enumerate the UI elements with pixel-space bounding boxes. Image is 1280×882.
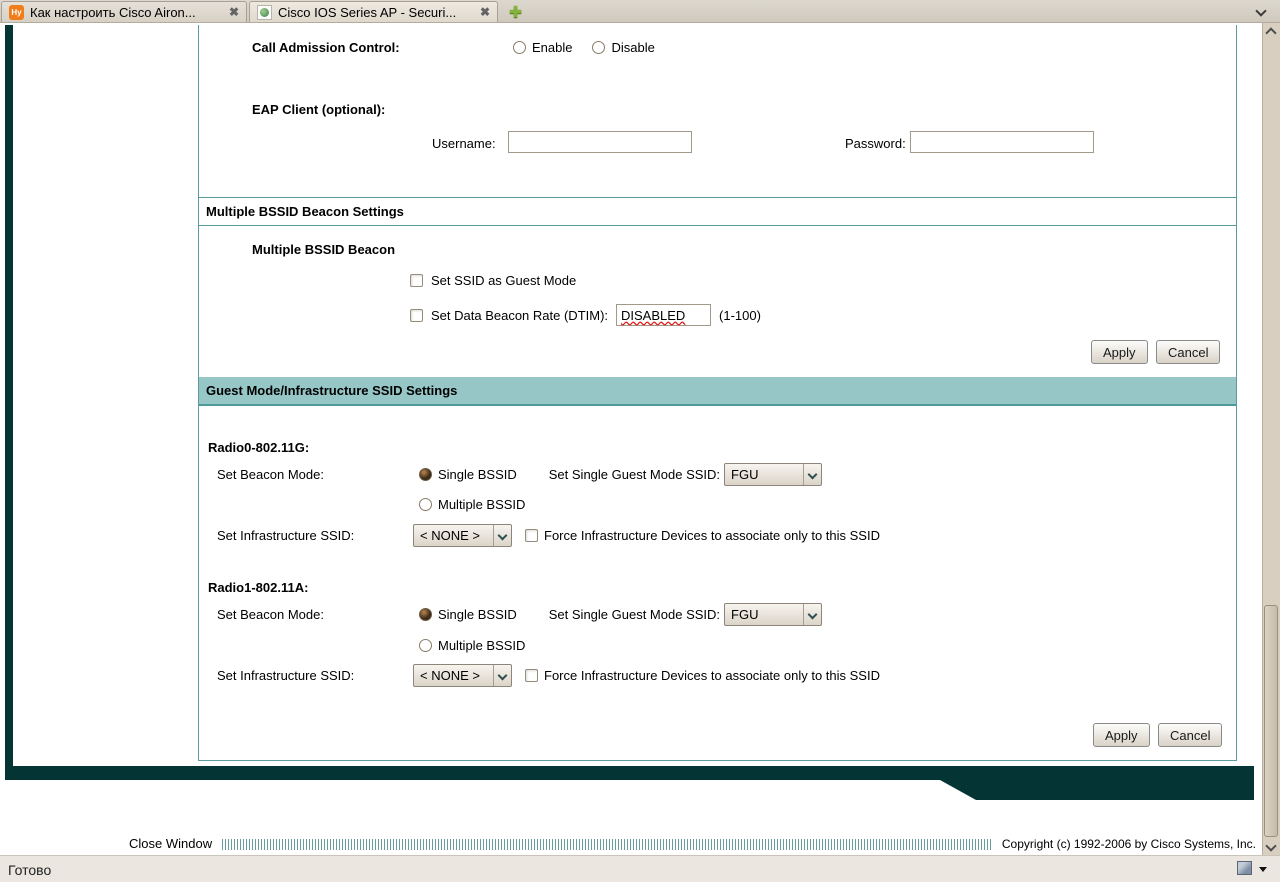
- page-left-accent-bar: [5, 25, 13, 780]
- r0-infra-ssid-select[interactable]: < NONE >: [413, 524, 512, 547]
- apply-button-guest[interactable]: Apply: [1093, 723, 1150, 747]
- chevron-down-icon: [493, 665, 511, 686]
- scrollbar-up-button[interactable]: [1262, 25, 1280, 41]
- disable-label: Disable: [611, 39, 655, 55]
- tab-1[interactable]: Hy Как настроить Cisco Airon... ✖: [1, 1, 247, 22]
- r0-single-bssid-radio[interactable]: [419, 467, 432, 481]
- r1-multiple-bssid-label: Multiple BSSID: [438, 638, 526, 653]
- chevron-down-icon: [1265, 840, 1277, 852]
- dtim-input[interactable]: DISABLED: [616, 304, 712, 326]
- r1-beacon-mode-label: Set Beacon Mode:: [217, 606, 324, 622]
- statusbar-dropdown-arrow-icon[interactable]: [1259, 867, 1267, 872]
- tab2-favicon-globe-icon: [257, 4, 272, 20]
- r0-force-assoc-label: Force Infrastructure Devices to associat…: [544, 528, 880, 543]
- password-input[interactable]: [910, 131, 1094, 153]
- footer-swoosh: [940, 780, 1254, 800]
- tab2-close-icon[interactable]: ✖: [480, 6, 490, 18]
- guest-section-header: Guest Mode/Infrastructure SSID Settings: [199, 377, 1236, 406]
- cancel-button-bssid[interactable]: Cancel: [1156, 340, 1221, 364]
- footer-stripes: [222, 839, 992, 850]
- apply-button-bssid[interactable]: Apply: [1091, 340, 1148, 364]
- new-tab-button[interactable]: ✚: [503, 2, 528, 21]
- radio0-title: Radio0-802.11G:: [208, 440, 310, 455]
- dtim-label: Set Data Beacon Rate (DTIM):: [431, 307, 609, 323]
- username-label: Username:: [432, 136, 496, 151]
- eap-client-label: EAP Client (optional):: [252, 102, 386, 117]
- dtim-value: DISABLED: [621, 307, 686, 323]
- scrollbar-down-button[interactable]: [1262, 838, 1280, 854]
- tab1-title: Как настроить Cisco Airon...: [30, 4, 196, 20]
- r1-guest-ssid-label: Set Single Guest Mode SSID:: [548, 606, 721, 622]
- r0-single-bssid-label: Single BSSID: [438, 466, 517, 482]
- r1-infra-ssid-select[interactable]: < NONE >: [413, 664, 512, 687]
- r1-guest-ssid-select[interactable]: FGU: [724, 602, 823, 626]
- vertical-scrollbar-thumb[interactable]: [1264, 605, 1278, 837]
- username-input[interactable]: [508, 131, 692, 153]
- ssid-guest-mode-checkbox[interactable]: [410, 274, 423, 287]
- r0-guest-ssid-select[interactable]: FGU: [724, 462, 823, 486]
- panel-border-bottom: [198, 760, 1237, 761]
- bssid-section-header: Multiple BSSID Beacon Settings: [199, 197, 1236, 226]
- browser-window: Hy Как настроить Cisco Airon... ✖ Cisco …: [0, 0, 1280, 882]
- cancel-button-guest[interactable]: Cancel: [1158, 723, 1223, 747]
- r0-multiple-bssid-radio[interactable]: [419, 498, 432, 511]
- chevron-down-icon: [803, 463, 821, 485]
- status-bar: Готово: [0, 855, 1280, 882]
- dtim-checkbox[interactable]: [410, 308, 423, 322]
- multiple-bssid-beacon-label: Multiple BSSID Beacon: [252, 242, 396, 257]
- copyright-text: Copyright (c) 1992-2006 by Cisco Systems…: [1001, 837, 1256, 851]
- dtim-range-label: (1-100): [719, 307, 761, 323]
- r0-multiple-bssid-label: Multiple BSSID: [438, 497, 526, 512]
- r1-single-bssid-radio[interactable]: [419, 607, 432, 621]
- call-admission-enable-radio[interactable]: [513, 40, 526, 54]
- close-window-link[interactable]: Close Window: [129, 836, 212, 851]
- ssid-guest-mode-label: Set SSID as Guest Mode: [431, 273, 577, 288]
- r1-infra-ssid-label: Set Infrastructure SSID:: [217, 668, 355, 683]
- r1-force-assoc-checkbox[interactable]: [525, 669, 538, 682]
- chevron-down-icon: [493, 525, 511, 546]
- radio1-title: Radio1-802.11A:: [208, 580, 309, 595]
- enable-label: Enable: [532, 39, 573, 55]
- r0-beacon-mode-label: Set Beacon Mode:: [217, 466, 324, 482]
- tab-list-chevron-down-icon[interactable]: [1255, 5, 1267, 17]
- r1-force-assoc-label: Force Infrastructure Devices to associat…: [544, 668, 880, 683]
- plus-icon: ✚: [509, 3, 522, 21]
- r0-guest-ssid-label: Set Single Guest Mode SSID:: [548, 466, 721, 482]
- tab1-close-icon[interactable]: ✖: [229, 6, 239, 18]
- statusbar-extension-icon[interactable]: [1237, 861, 1252, 875]
- r1-single-bssid-label: Single BSSID: [438, 606, 517, 622]
- panel-border-right: [1236, 25, 1237, 760]
- tab2-title: Cisco IOS Series AP - Securi...: [278, 4, 457, 20]
- r0-infra-ssid-label: Set Infrastructure SSID:: [217, 528, 355, 543]
- tab1-favicon-icon: Hy: [9, 4, 24, 20]
- tab-2-active[interactable]: Cisco IOS Series AP - Securi... ✖: [249, 1, 498, 22]
- chevron-up-icon: [1265, 27, 1277, 39]
- call-admission-label: Call Admission Control:: [252, 40, 400, 55]
- tab-bar: Hy Как настроить Cisco Airon... ✖ Cisco …: [0, 0, 1280, 23]
- r0-force-assoc-checkbox[interactable]: [525, 529, 538, 542]
- footer-bar: [8, 766, 1254, 780]
- password-label: Password:: [845, 136, 906, 151]
- call-admission-disable-radio[interactable]: [592, 40, 606, 54]
- status-text: Готово: [8, 862, 52, 878]
- r1-multiple-bssid-radio[interactable]: [419, 639, 432, 652]
- chevron-down-icon: [803, 603, 821, 625]
